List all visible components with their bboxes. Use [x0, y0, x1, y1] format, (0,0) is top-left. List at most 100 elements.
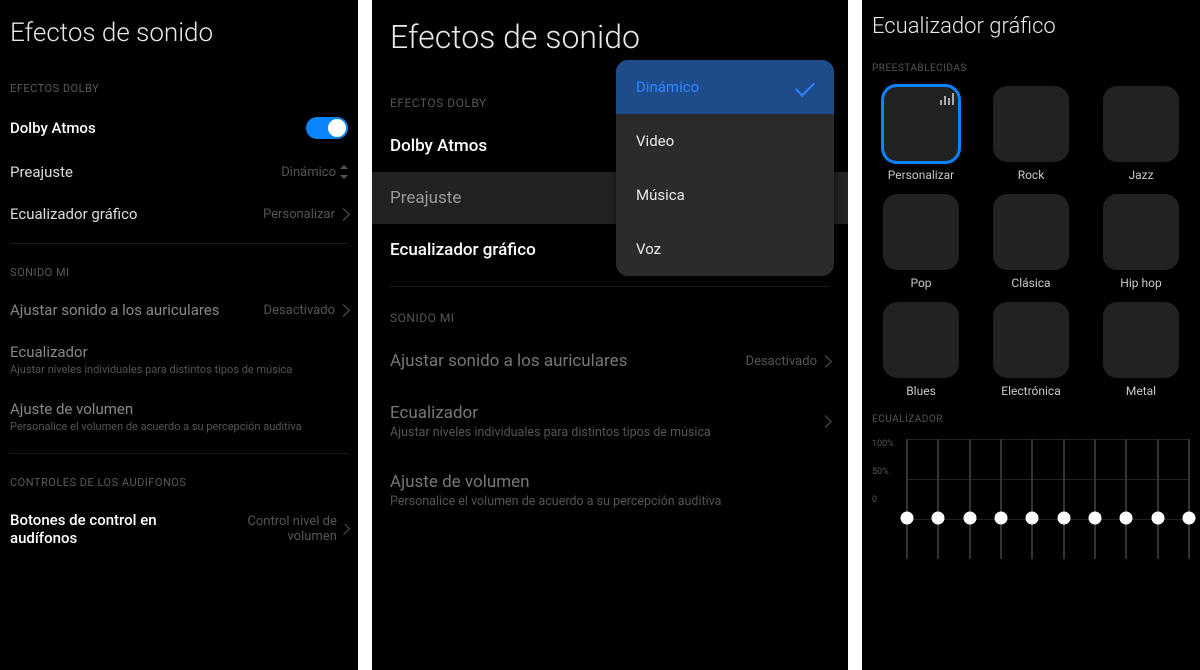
volume-adjust-label: Ajuste de volumen — [390, 472, 830, 492]
headphone-adjust-value: Desactivado — [264, 303, 335, 318]
eq-band-slider[interactable] — [1000, 439, 1002, 559]
chevron-right-icon — [819, 415, 832, 428]
eq-band-handle[interactable] — [1182, 512, 1195, 525]
preset-thumb — [1103, 86, 1179, 162]
eq-band-handle[interactable] — [1057, 512, 1070, 525]
eq-band-slider[interactable] — [1188, 439, 1190, 559]
preset-label: Preajuste — [10, 163, 73, 181]
preset-thumb — [883, 302, 959, 378]
preset-option-label: Video — [636, 132, 674, 150]
preset-personalizar[interactable]: Personalizar — [876, 86, 966, 182]
section-dolby-header: EFECTOS DOLBY — [0, 68, 358, 105]
preset-hip-hop[interactable]: Hip hop — [1096, 194, 1186, 290]
dolby-atmos-toggle[interactable] — [306, 117, 348, 139]
eq-scale: 100%50%0 — [872, 439, 902, 559]
divider — [10, 243, 348, 244]
preset-option-dinámico[interactable]: Dinámico — [616, 60, 834, 114]
row-volume-adjust[interactable]: Ajuste de volumen Personalice el volumen… — [372, 456, 848, 525]
preset-name: Metal — [1126, 384, 1156, 398]
eq-band-handle[interactable] — [1088, 512, 1101, 525]
row-headphone-buttons[interactable]: Botones de control en audífonos Control … — [0, 499, 358, 559]
row-equalizer[interactable]: Ecualizador Ajustar niveles individuales… — [372, 387, 848, 456]
eq-band-slider[interactable] — [906, 439, 908, 559]
row-preset[interactable]: Preajuste Dinámico — [0, 151, 358, 193]
preset-option-label: Música — [636, 186, 685, 204]
graphic-eq-value: Personalizar — [263, 207, 335, 222]
section-eq-header: ECUALIZADOR — [862, 408, 1200, 431]
updown-icon — [340, 165, 348, 179]
preset-name: Clásica — [1011, 276, 1050, 290]
graphic-eq-label: Ecualizador gráfico — [10, 205, 137, 223]
eq-band-handle[interactable] — [994, 512, 1007, 525]
divider — [390, 286, 830, 287]
eq-band-slider[interactable] — [1031, 439, 1033, 559]
row-dolby-atmos[interactable]: Dolby Atmos — [0, 105, 358, 151]
section-mi-header: SONIDO MI — [0, 252, 358, 289]
presets-grid: Personalizar Rock Jazz Pop Clásica Hip hop Blu… — [862, 80, 1200, 408]
preset-clásica[interactable]: Clásica — [986, 194, 1076, 290]
headphone-adjust-label: Ajustar sonido a los auriculares — [390, 351, 627, 371]
headphone-adjust-label: Ajustar sonido a los auriculares — [10, 301, 220, 319]
preset-name: Personalizar — [888, 168, 955, 182]
chevron-right-icon — [819, 355, 832, 368]
preset-electrónica[interactable]: Electrónica — [986, 302, 1076, 398]
preset-option-label: Voz — [636, 240, 661, 258]
preset-jazz[interactable]: Jazz — [1096, 86, 1186, 182]
preset-value: Dinámico — [281, 165, 336, 180]
preset-thumb — [883, 86, 959, 162]
eq-band-slider[interactable] — [937, 439, 939, 559]
preset-pop[interactable]: Pop — [876, 194, 966, 290]
preset-option-música[interactable]: Música — [616, 168, 834, 222]
preset-thumb — [1103, 302, 1179, 378]
equalizer-label: Ecualizador — [390, 403, 821, 423]
dolby-atmos-label: Dolby Atmos — [390, 136, 487, 156]
chevron-right-icon — [339, 524, 350, 535]
headphone-buttons-value: Control nivel de volumen — [228, 514, 337, 544]
eq-band-handle[interactable] — [1151, 512, 1164, 525]
equalizer-sub: Ajustar niveles individuales para distin… — [10, 363, 348, 376]
preset-thumb — [993, 302, 1069, 378]
row-headphone-adjust[interactable]: Ajustar sonido a los auriculares Desacti… — [372, 335, 848, 387]
chevron-right-icon — [337, 208, 350, 221]
row-equalizer[interactable]: Ecualizador Ajustar niveles individuales… — [0, 331, 358, 388]
eq-band-slider[interactable] — [1063, 439, 1065, 559]
preset-name: Electrónica — [1001, 384, 1060, 398]
volume-adjust-sub: Personalice el volumen de acuerdo a su p… — [10, 420, 348, 433]
equalizer-label: Ecualizador — [10, 343, 348, 361]
check-icon — [795, 77, 815, 97]
eq-band-slider[interactable] — [1125, 439, 1127, 559]
eq-band-slider[interactable] — [969, 439, 971, 559]
screen-sound-effects: Efectos de sonido EFECTOS DOLBY Dolby At… — [0, 0, 358, 670]
divider — [10, 453, 348, 454]
preset-name: Rock — [1018, 168, 1045, 182]
dolby-atmos-label: Dolby Atmos — [10, 119, 96, 137]
eq-band-handle[interactable] — [1026, 512, 1039, 525]
eq-scale-label: 0 — [872, 495, 902, 505]
preset-popup: Dinámico Video Música Voz — [616, 60, 834, 276]
headphone-adjust-value: Desactivado — [746, 354, 817, 369]
preset-rock[interactable]: Rock — [986, 86, 1076, 182]
preset-thumb — [883, 194, 959, 270]
section-presets-header: PREESTABLECIDAS — [862, 57, 1200, 80]
row-volume-adjust[interactable]: Ajuste de volumen Personalice el volumen… — [0, 388, 358, 445]
preset-name: Blues — [906, 384, 936, 398]
eq-band-handle[interactable] — [1120, 512, 1133, 525]
eq-band-slider[interactable] — [1094, 439, 1096, 559]
preset-option-video[interactable]: Video — [616, 114, 834, 168]
row-headphone-adjust[interactable]: Ajustar sonido a los auriculares Desacti… — [0, 289, 358, 331]
eq-scale-label: 100% — [872, 439, 902, 449]
eq-grid — [906, 439, 1190, 559]
headphone-buttons-label: Botones de control en audífonos — [10, 511, 190, 547]
eq-band-handle[interactable] — [932, 512, 945, 525]
preset-metal[interactable]: Metal — [1096, 302, 1186, 398]
preset-blues[interactable]: Blues — [876, 302, 966, 398]
eq-band-slider[interactable] — [1157, 439, 1159, 559]
eq-band-handle[interactable] — [963, 512, 976, 525]
page-title: Ecualizador gráfico — [862, 0, 1200, 57]
preset-option-voz[interactable]: Voz — [616, 222, 834, 276]
preset-name: Jazz — [1128, 168, 1153, 182]
screen-sound-effects-popup: Efectos de sonido EFECTOS DOLBY Dolby At… — [372, 0, 848, 670]
eq-band-handle[interactable] — [901, 512, 914, 525]
row-graphic-eq[interactable]: Ecualizador gráfico Personalizar — [0, 193, 358, 235]
preset-name: Hip hop — [1120, 276, 1161, 290]
